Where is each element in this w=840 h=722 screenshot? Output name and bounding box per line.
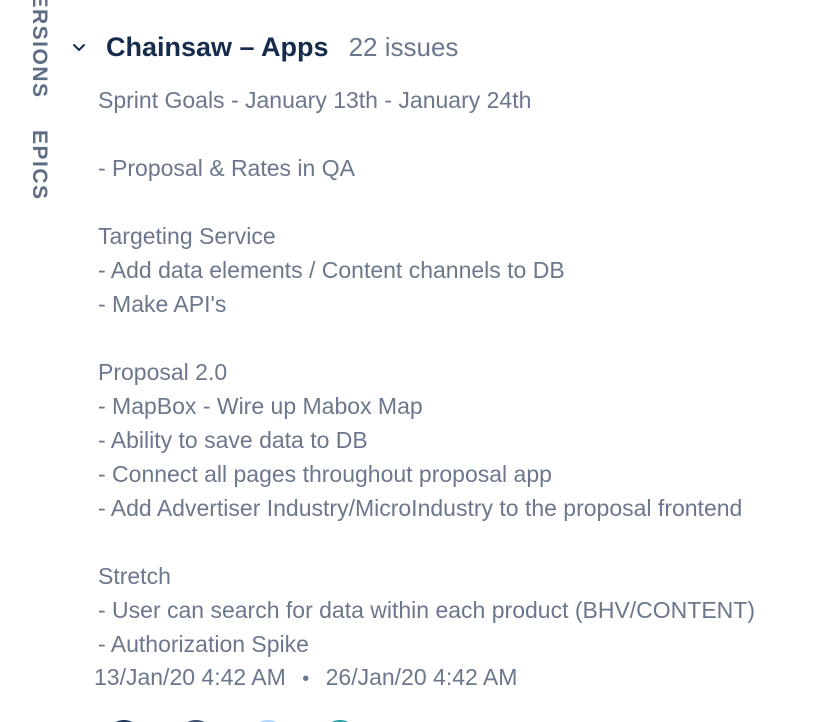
goal-line: Stretch xyxy=(98,563,171,589)
goal-line: - User can search for data within each p… xyxy=(98,597,756,623)
issue-count: 22 issues xyxy=(348,32,459,62)
avatar[interactable] xyxy=(176,718,216,722)
goal-blank-line xyxy=(98,119,818,153)
sprint-goal: Sprint Goals - January 13th - January 24… xyxy=(98,85,818,663)
versions-tab[interactable]: VERSIONS xyxy=(27,0,51,99)
sprint-start-date: 13/Jan/20 4:42 AM xyxy=(94,664,286,690)
goal-line: Proposal 2.0 xyxy=(98,359,228,385)
avatar[interactable] xyxy=(248,718,288,722)
goal-line: Targeting Service xyxy=(98,223,276,249)
goal-blank-line xyxy=(98,527,818,561)
date-separator: • xyxy=(302,668,310,690)
sprint-header: Chainsaw – Apps 22 issues xyxy=(106,32,458,70)
chevron-down-icon[interactable] xyxy=(71,40,87,56)
sprint-dates: 13/Jan/20 4:42 AM • 26/Jan/20 4:42 AM xyxy=(94,661,517,695)
goal-blank-line xyxy=(98,323,818,357)
epics-tab[interactable]: EPICS xyxy=(27,130,51,201)
goal-line: - Add Advertiser Industry/MicroIndustry … xyxy=(98,495,743,521)
assignee-avatars xyxy=(104,718,392,722)
backlog-panel: VERSIONS EPICS Chainsaw – Apps 22 issues… xyxy=(0,0,840,722)
goal-line: - MapBox - Wire up Mabox Map xyxy=(98,393,423,419)
goal-line: - Connect all pages throughout proposal … xyxy=(98,461,552,487)
goal-line: - Make API's xyxy=(98,291,227,317)
goal-blank-line xyxy=(98,187,818,221)
avatar[interactable] xyxy=(104,718,144,722)
sprint-end-date: 26/Jan/20 4:42 AM xyxy=(325,664,518,690)
goal-line: - Authorization Spike xyxy=(98,631,309,657)
goal-line: - Add data elements / Content channels t… xyxy=(98,257,565,283)
goal-line: - Proposal & Rates in QA xyxy=(98,155,355,181)
goal-line: - Ability to save data to DB xyxy=(98,427,368,453)
avatar[interactable] xyxy=(320,718,360,722)
goal-line: Sprint Goals - January 13th - January 24… xyxy=(98,87,532,113)
sprint-name[interactable]: Chainsaw – Apps xyxy=(106,32,329,63)
